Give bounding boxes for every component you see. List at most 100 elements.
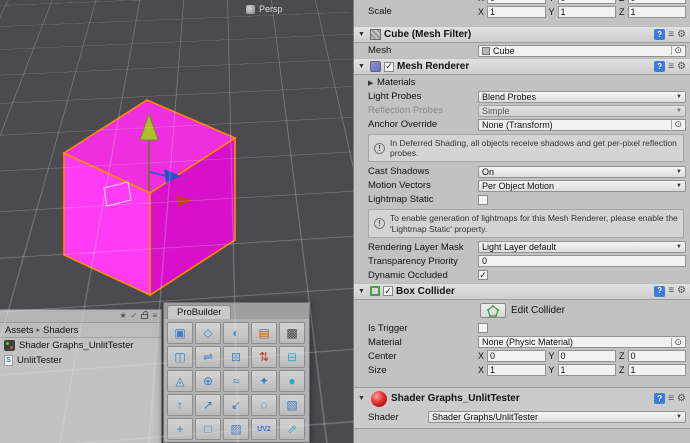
probuilder-tool-center-pivot-icon[interactable]: ⊕ <box>195 370 221 392</box>
probuilder-tool-select-holes-icon[interactable]: ◌ <box>251 394 277 416</box>
presets-icon[interactable]: ≡ <box>668 29 674 40</box>
probuilder-tool-rect-select-mode-icon[interactable]: □ <box>195 418 221 440</box>
chevron-down-icon: ▼ <box>676 414 682 421</box>
foldout-icon[interactable]: ▼ <box>358 31 367 38</box>
probuilder-tool-new-shape-icon[interactable]: ▣ <box>167 322 193 344</box>
gear-icon[interactable]: ⚙ <box>677 61 686 72</box>
breadcrumb-assets[interactable]: Assets <box>5 325 34 336</box>
presets-icon[interactable]: ≡ <box>668 286 674 296</box>
probuilder-tool-probuilderize-icon[interactable]: ● <box>279 370 305 392</box>
probuilder-tool-generate-uv2-icon[interactable]: UV2 <box>251 418 277 440</box>
scene-gizmo[interactable]: Persp <box>246 4 283 14</box>
probuilder-tool-material-editor-icon[interactable]: ▤ <box>251 322 277 344</box>
scale-z-field[interactable]: 1 <box>627 5 686 18</box>
probuilder-tool-extrude-icon[interactable]: ⇗ <box>279 418 305 440</box>
probuilder-tool-grow-selection-icon[interactable]: ↗ <box>195 394 221 416</box>
probuilder-tool-freeze-transform-icon[interactable]: ✦ <box>251 370 277 392</box>
object-picker-icon[interactable]: ⊙ <box>671 337 682 347</box>
breadcrumb-shaders[interactable]: Shaders <box>43 325 78 336</box>
edit-collider-button[interactable] <box>480 303 506 319</box>
chevron-down-icon: ▼ <box>676 168 682 175</box>
probuilder-tool-select-by-material-icon[interactable]: ▧ <box>279 394 305 416</box>
foldout-icon[interactable]: ▼ <box>358 288 367 295</box>
lock-icon[interactable] <box>141 310 149 319</box>
rotation-z-field[interactable]: 0 <box>627 0 686 4</box>
size-row: Size X1 Y1 Z1 <box>368 364 686 377</box>
material-title: Shader Graphs_UnlitTester <box>391 393 520 405</box>
gear-icon[interactable]: ⚙ <box>677 393 686 404</box>
lightmap-helpbox: ! To enable generation of lightmaps for … <box>368 209 684 238</box>
probuilder-tool-shrink-selection-icon[interactable]: ↙ <box>223 394 249 416</box>
scale-x-field[interactable]: 1 <box>487 5 546 18</box>
scale-y-field[interactable]: 1 <box>557 5 616 18</box>
lightmap-static-checkbox[interactable]: ✓ <box>478 194 488 205</box>
mesh-object-field[interactable]: Cube ⊙ <box>478 44 686 57</box>
presets-icon[interactable]: ≡ <box>668 393 674 404</box>
help-icon[interactable]: ? <box>654 61 666 72</box>
probuilder-tool-mirror-objects-icon[interactable]: ⇌ <box>195 346 221 368</box>
foldout-icon[interactable]: ▼ <box>358 63 367 70</box>
edit-collider-icon <box>487 304 499 317</box>
size-z-field[interactable]: 1 <box>627 364 686 377</box>
rendering-layer-mask-dropdown[interactable]: Light Layer default ▼ <box>478 241 686 254</box>
menu-icon[interactable]: ≡ <box>152 312 157 320</box>
probuilder-tab[interactable]: ProBuilder <box>167 305 232 319</box>
mesh-renderer-enabled-checkbox[interactable]: ✓ <box>384 61 394 72</box>
help-icon[interactable]: ? <box>654 29 666 40</box>
probuilder-tool-select-hidden-icon[interactable]: ▨ <box>223 418 249 440</box>
size-y-field[interactable]: 1 <box>557 364 616 377</box>
box-collider-enabled-checkbox[interactable]: ✓ <box>383 286 393 297</box>
probuilder-tool-export-asset-icon[interactable]: ↑ <box>167 394 193 416</box>
probuilder-tool-conform-normals-icon[interactable]: ≈ <box>223 370 249 392</box>
info-icon: ! <box>374 142 385 154</box>
gear-icon[interactable]: ⚙ <box>677 286 686 296</box>
shader-dropdown[interactable]: Shader Graphs/UnlitTester ▼ <box>428 411 686 424</box>
presets-icon[interactable]: ≡ <box>668 61 674 72</box>
reflection-probes-dropdown: Simple ▼ <box>478 104 686 117</box>
foldout-icon[interactable]: ▶ <box>368 79 377 87</box>
probuilder-tool-vertex-colors-icon[interactable]: ▩ <box>279 322 305 344</box>
probuilder-tool-new-poly-shape-icon[interactable]: ◇ <box>195 322 221 344</box>
center-z-field[interactable]: 0 <box>627 350 686 363</box>
transparency-priority-field[interactable]: 0 <box>478 255 686 268</box>
probuilder-tool-handle-orientation-icon[interactable]: + <box>167 418 193 440</box>
mesh-filter-title: Cube (Mesh Filter) <box>384 29 472 40</box>
probuilder-tool-merge-objects-icon[interactable]: ⊞ <box>223 346 249 368</box>
probuilder-tool-uv-editor-icon[interactable]: ◫ <box>167 346 193 368</box>
probuilder-tool-smoothing-groups-icon[interactable]: ◐ <box>223 322 249 344</box>
probuilder-titlebar[interactable]: ProBuilder <box>164 303 309 319</box>
box-collider-header[interactable]: ▼ ✓ Box Collider ? ≡ ⚙ <box>354 282 690 300</box>
light-probes-dropdown[interactable]: Blend Probes ▼ <box>478 90 686 103</box>
mesh-renderer-header[interactable]: ▼ ✓ Mesh Renderer ? ≡ ⚙ <box>354 58 690 75</box>
project-item[interactable]: Shader Graphs_UnlitTester <box>0 338 161 353</box>
motion-vectors-dropdown[interactable]: Per Object Motion ▼ <box>478 179 686 192</box>
center-x-field[interactable]: 0 <box>487 350 546 363</box>
size-x-field[interactable]: 1 <box>487 364 546 377</box>
anchor-override-field[interactable]: None (Transform) ⊙ <box>478 118 686 131</box>
object-picker-icon[interactable]: ⊙ <box>671 120 682 129</box>
selected-cube[interactable] <box>52 88 252 303</box>
probuilder-tool-subdivide-object-icon[interactable]: ⊟ <box>279 346 305 368</box>
mesh-filter-header[interactable]: ▼ Cube (Mesh Filter) ? ≡ ⚙ <box>354 26 690 43</box>
help-icon[interactable]: ? <box>654 285 666 297</box>
probuilder-tool-flip-normals-icon[interactable]: ⇅ <box>251 346 277 368</box>
object-picker-icon[interactable]: ⊙ <box>671 46 682 55</box>
persp-label[interactable]: Persp <box>259 4 283 14</box>
materials-foldout-row[interactable]: ▶ Materials <box>368 76 686 89</box>
physic-material-field[interactable]: None (Physic Material) ⊙ <box>478 336 686 349</box>
project-item[interactable]: S UnlitTester <box>0 353 161 368</box>
cast-shadows-dropdown[interactable]: On ▼ <box>478 165 686 178</box>
probuilder-tool-triangulate-object-icon[interactable]: ◬ <box>167 370 193 392</box>
favorite-star-icon[interactable]: ★ <box>119 312 126 320</box>
material-header[interactable]: ▼ Shader Graphs_UnlitTester ? ≡ ⚙ <box>354 388 690 410</box>
gear-icon[interactable]: ⚙ <box>677 29 686 40</box>
center-y-field[interactable]: 0 <box>557 350 616 363</box>
check-icon[interactable]: ✓ <box>131 312 138 320</box>
foldout-icon[interactable]: ▼ <box>358 395 367 402</box>
scene-gizmo-icon[interactable] <box>246 4 255 14</box>
dynamic-occluded-checkbox[interactable]: ✓ <box>478 270 488 281</box>
rotation-y-field[interactable]: 0 <box>557 0 616 4</box>
rotation-x-field[interactable]: 0 <box>487 0 546 4</box>
is-trigger-checkbox[interactable]: ✓ <box>478 323 488 334</box>
help-icon[interactable]: ? <box>654 393 666 405</box>
